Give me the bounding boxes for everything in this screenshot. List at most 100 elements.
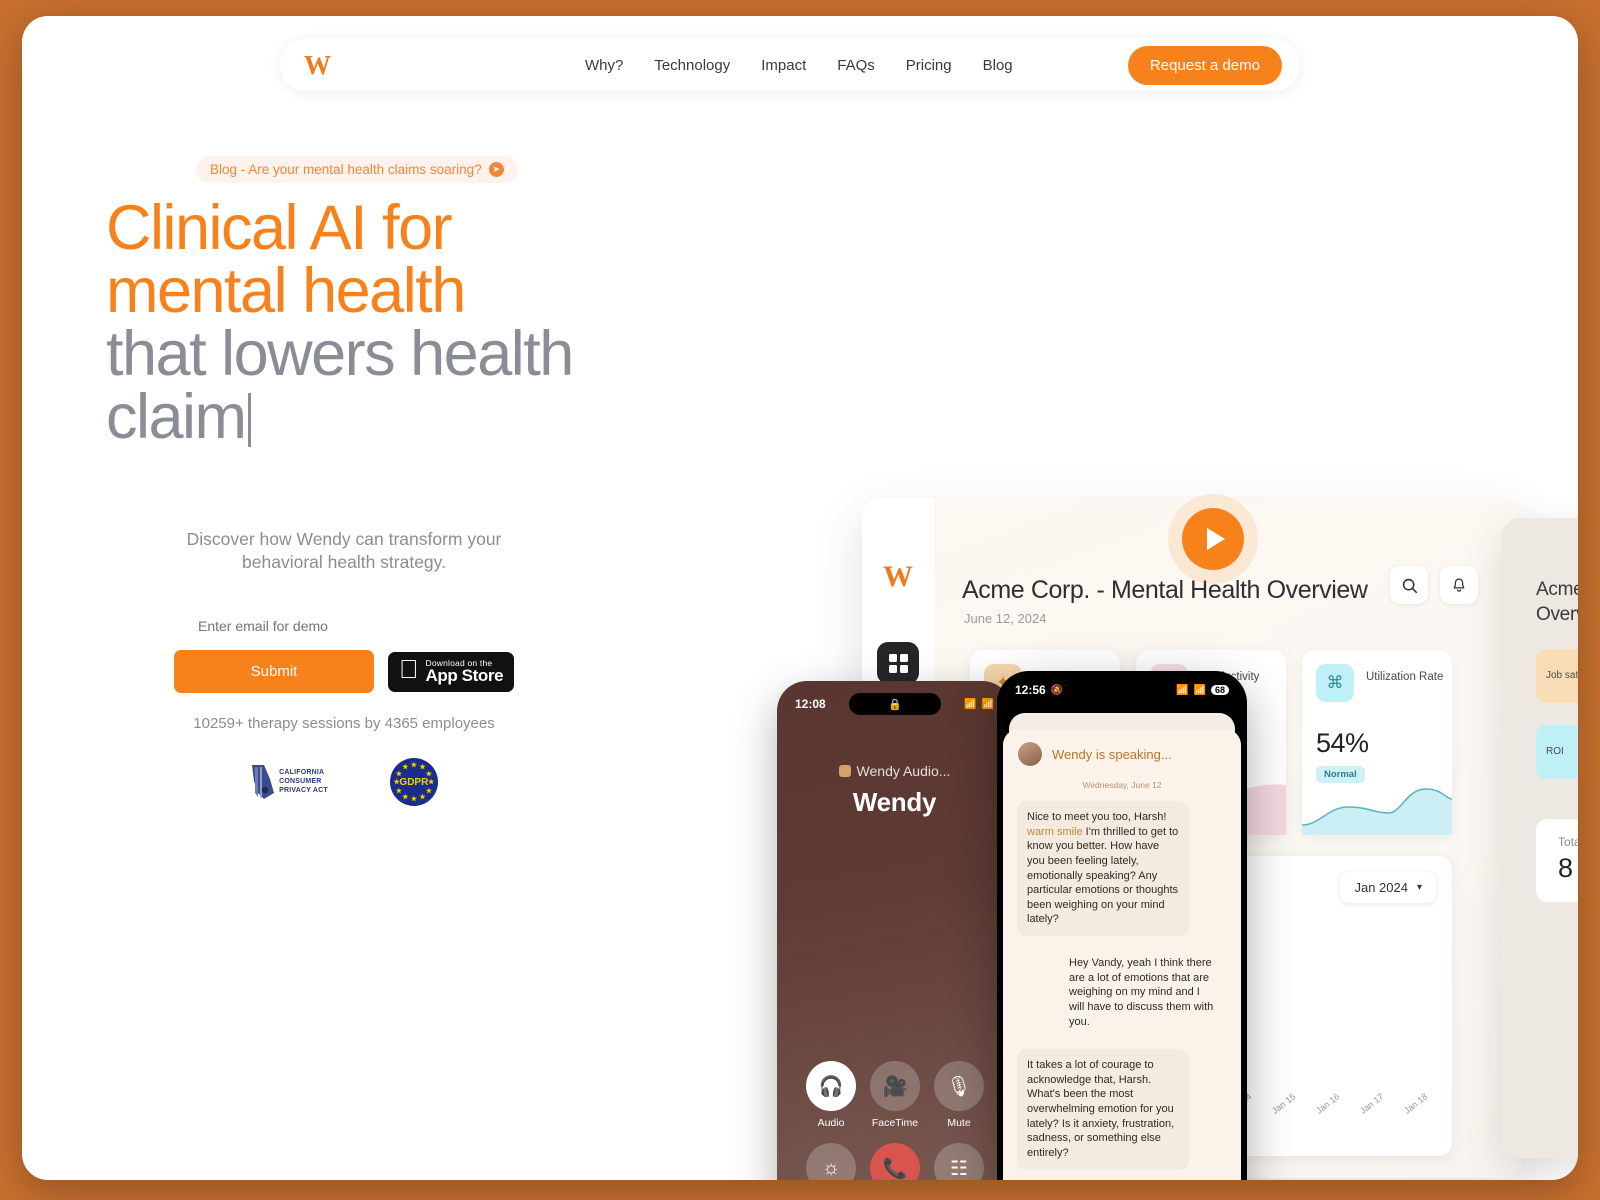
call-contact-name: Wendy <box>852 787 937 817</box>
chat-message-ai: Nice to meet you too, Harsh! warm smile … <box>1017 801 1189 936</box>
ccpa-line-1: CALIFORNIA <box>279 769 325 777</box>
total-card: Total 8 <box>1536 819 1578 903</box>
ccpa-badge: CALIFORNIA CONSUMER PRIVACY ACT <box>250 763 328 801</box>
nav-item-why[interactable]: Why? <box>585 57 623 74</box>
ccpa-line-2: CONSUMER <box>279 777 322 785</box>
wendy-logo[interactable]: W <box>304 50 331 81</box>
headline-line-2: mental health <box>106 256 466 326</box>
browser-page-frame: W Why? Technology Impact FAQs Pricing Bl… <box>22 16 1578 1180</box>
chat-header: Wendy is speaking... <box>1017 741 1227 767</box>
dashboard-title: Acme Corp. - Mental Health Overview <box>962 576 1368 604</box>
blog-announcement-pill[interactable]: Blog - Are your mental health claims soa… <box>196 156 518 183</box>
message-emphasis: warm smile <box>1027 825 1083 838</box>
nav-item-impact[interactable]: Impact <box>761 57 806 74</box>
social-proof-text: 10259+ therapy sessions by 4365 employee… <box>193 715 495 733</box>
month-selector-label: Jan 2024 <box>1354 880 1408 895</box>
headline-line-3: that lowers health <box>106 319 574 389</box>
call-button-label: Audio <box>817 1117 845 1129</box>
video-icon[interactable]: 🎥 <box>870 1061 920 1111</box>
page-title: Clinical AI for mental health that lower… <box>106 197 724 449</box>
california-map-icon <box>252 765 275 800</box>
chat-message-user: Hey Vandy, yeah I think there are a lot … <box>1059 947 1227 1039</box>
chevron-down-icon: ▾ <box>1416 882 1422 893</box>
lock-icon: 🔒 <box>888 698 902 711</box>
main-navbar: W Why? Technology Impact FAQs Pricing Bl… <box>280 39 1300 91</box>
ccpa-line-3: PRIVACY ACT <box>279 786 328 794</box>
email-field[interactable] <box>174 616 514 637</box>
request-demo-button[interactable]: Request a demo <box>1127 45 1282 85</box>
message-text-after: I'm thrilled to get to know you better. … <box>1027 825 1179 926</box>
nodes-icon: ⌘ <box>1316 664 1354 702</box>
chip-roi: ROI <box>1536 725 1578 780</box>
apple-icon:  <box>399 656 419 682</box>
secondary-dashboard-mockup: Acme Corp. - Mental Health Overview Job … <box>1502 518 1578 1158</box>
call-status-bar: 12:08 🔒 📶 📶 <box>777 681 1012 715</box>
app-badge-icon <box>838 765 851 777</box>
wifi-icon: 📶 <box>1193 684 1206 696</box>
gdpr-badge: ★ ★ ★ ★ ★ ★ ★ ★ ★ ★ ★ ★ GDPR <box>389 758 438 807</box>
hero-section: Blog - Are your mental health claims soa… <box>84 156 724 449</box>
month-selector[interactable]: Jan 2024 ▾ <box>1340 872 1436 903</box>
chip-job-satisfaction: Job satisfaction <box>1536 649 1578 704</box>
dashboard-date: June 12, 2024 <box>964 611 1047 626</box>
chat-status-label: Wendy is speaking... <box>1052 746 1172 762</box>
arrow-circle-icon: ➤ <box>488 162 504 177</box>
video-play-button[interactable] <box>1168 494 1258 584</box>
chat-message-ai: It takes a lot of courage to acknowledge… <box>1017 1049 1189 1170</box>
compliance-badges: CALIFORNIA CONSUMER PRIVACY ACT ★ ★ ★ ★ ★ ★ ★ ★… <box>174 758 514 807</box>
avatar <box>1017 741 1043 767</box>
end-call-icon[interactable]: 📞 <box>870 1143 920 1180</box>
headline-line-4-wrap: claim <box>106 386 724 449</box>
cta-row: Submit  Download on the App Store <box>174 650 514 694</box>
chat-date-divider: Wednesday, June 12 <box>1082 780 1162 790</box>
phone-chat-mockup: 12:56 🔕 📶 📶 68 Wendy is speaking... Wedn… <box>997 671 1247 1180</box>
grid-icon[interactable] <box>877 642 919 684</box>
phone-call-mockup: 12:08 🔒 📶 📶 Wendy Audio... Wendy 🎧 Audio … <box>777 681 1012 1180</box>
blog-pill-label: Blog - Are your mental health claims soa… <box>210 162 482 177</box>
call-controls: 🎧 Audio 🎥 FaceTime 🎙 Mute ☼ 📞 ☷ <box>799 1061 991 1180</box>
nav-item-faqs[interactable]: FAQs <box>837 57 875 74</box>
chat-time: 12:56 <box>1015 683 1046 697</box>
call-subtitle: Wendy Audio... <box>777 763 1012 779</box>
message-text-before: Nice to meet you too, Harsh! <box>1027 811 1167 823</box>
bell-icon[interactable] <box>1440 566 1478 604</box>
call-time: 12:08 <box>795 697 826 711</box>
nav-links: Why? Technology Impact FAQs Pricing Blog <box>585 57 1013 74</box>
battery-indicator: 68 <box>1210 685 1229 695</box>
kpi-value: 54% <box>1316 728 1369 758</box>
typing-caret <box>247 393 251 447</box>
gdpr-stars: ★ ★ ★ ★ ★ ★ ★ ★ ★ ★ ★ ★ <box>393 761 435 804</box>
nav-item-technology[interactable]: Technology <box>654 57 730 74</box>
nav-item-blog[interactable]: Blog <box>983 57 1013 74</box>
kpi-label: Utilization Rate <box>1366 671 1444 683</box>
secondary-dashboard-title: Acme Corp. - Mental Health Overview <box>1536 579 1578 625</box>
headline-line-4: claim <box>106 382 247 452</box>
app-store-button[interactable]:  Download on the App Store <box>388 651 514 692</box>
call-button-label: FaceTime <box>871 1117 919 1129</box>
signal-icon: 📶 <box>964 698 977 710</box>
submit-button[interactable]: Submit <box>174 650 374 694</box>
brightness-icon[interactable]: ☼ <box>806 1143 856 1180</box>
product-mockups: W Acme Corp. - Mental Health Overview Ju… <box>777 476 1578 1180</box>
chat-sheet: Wendy is speaking... Wednesday, June 12 … <box>1003 729 1241 1180</box>
sparkline-utilization <box>1302 788 1452 835</box>
call-subtitle-label: Wendy Audio... <box>856 763 951 779</box>
nav-item-pricing[interactable]: Pricing <box>906 57 952 74</box>
search-icon[interactable] <box>1390 566 1428 604</box>
app-store-line-2: App Store <box>406 666 504 686</box>
dynamic-island: 🔒 <box>848 693 941 715</box>
demo-signup-block: Discover how Wendy can transform your be… <box>174 528 514 807</box>
airpods-icon[interactable]: 🎧 <box>806 1061 856 1111</box>
hero-subheading: Discover how Wendy can transform your be… <box>186 529 502 573</box>
wifi-icon: 📶 <box>981 698 994 710</box>
dashboard-logo[interactable]: W <box>862 560 934 594</box>
signal-icon: 📶 <box>1176 684 1189 696</box>
keypad-icon[interactable]: ☷ <box>934 1143 984 1180</box>
play-icon <box>1182 508 1244 570</box>
total-label: Total <box>1558 835 1578 850</box>
call-button-label: Mute <box>947 1117 971 1129</box>
mic-off-icon[interactable]: 🎙 <box>934 1061 984 1111</box>
headline-line-1: Clinical AI for <box>106 193 453 263</box>
total-value: 8 <box>1558 853 1574 884</box>
bell-off-icon: 🔕 <box>1050 684 1064 696</box>
